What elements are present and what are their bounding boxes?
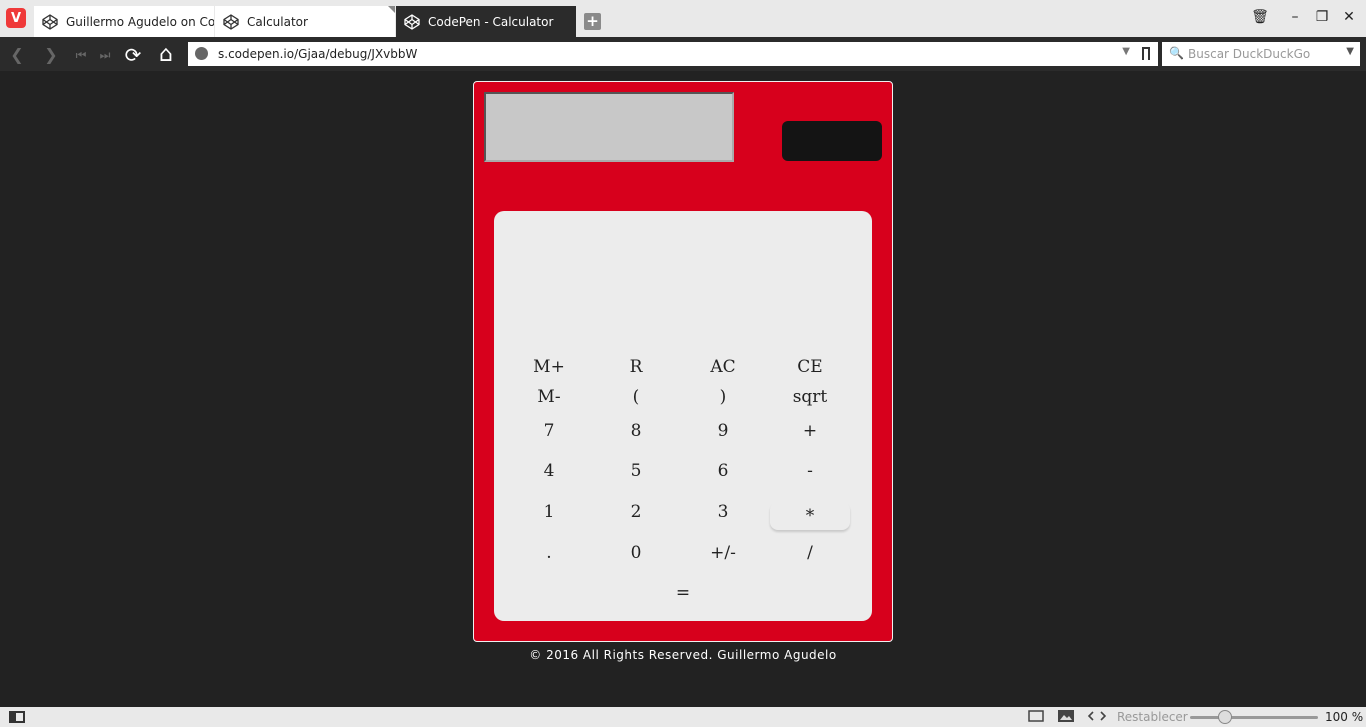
key-multiply[interactable]: * xyxy=(770,502,850,530)
zoom-reset-button[interactable]: Restablecer xyxy=(1117,709,1188,725)
key-0[interactable]: 0 xyxy=(596,539,676,567)
key-recall[interactable]: R xyxy=(596,353,676,381)
zoom-slider-handle[interactable] xyxy=(1218,710,1232,724)
search-engine-dropdown-icon[interactable]: ▼ xyxy=(1346,46,1354,57)
forward-button[interactable]: ❯ xyxy=(40,44,62,66)
url-input[interactable]: s.codepen.io/Gjaa/debug/JXvbbW ▼ xyxy=(188,42,1158,66)
key-decimal[interactable]: . xyxy=(509,539,589,567)
tab-title: Calculator xyxy=(247,14,308,29)
key-3[interactable]: 3 xyxy=(683,498,763,526)
zoom-level: 100 % xyxy=(1325,710,1364,724)
globe-icon xyxy=(195,47,208,60)
key-clear-entry[interactable]: CE xyxy=(770,353,850,381)
image-toggle-icon[interactable] xyxy=(1057,709,1075,725)
key-equals[interactable]: = xyxy=(643,579,723,607)
search-input[interactable]: 🔍 Buscar DuckDuckGo ▼ xyxy=(1162,42,1360,66)
restore-button[interactable]: ❐ xyxy=(1310,7,1334,27)
tab-title: Guillermo Agudelo on Co xyxy=(66,14,214,29)
status-bar: Restablecer 100 % xyxy=(0,707,1366,727)
calculator: M+ R AC CE M- ( ) sqrt 7 8 9 + 4 5 6 - 1… xyxy=(473,81,893,642)
key-all-clear[interactable]: AC xyxy=(683,353,763,381)
vivaldi-menu-button[interactable]: V xyxy=(6,8,26,28)
tab-codepen-calculator[interactable]: CodePen - Calculator xyxy=(396,6,576,37)
rewind-button[interactable]: ⏮ xyxy=(70,44,92,66)
address-bar: ❮ ❯ ⏮ ⏭ ⟳ ⌂ s.codepen.io/Gjaa/debug/JXvb… xyxy=(0,37,1366,71)
key-plus[interactable]: + xyxy=(770,417,850,445)
page-actions-icon[interactable] xyxy=(1087,709,1107,725)
codepen-icon xyxy=(223,13,239,30)
solar-panel xyxy=(782,121,882,161)
back-button[interactable]: ❮ xyxy=(6,44,28,66)
tab-guillermo-agudelo[interactable]: Guillermo Agudelo on Co xyxy=(34,6,214,37)
key-6[interactable]: 6 xyxy=(683,457,763,485)
codepen-icon xyxy=(404,13,420,30)
key-5[interactable]: 5 xyxy=(596,457,676,485)
home-button[interactable]: ⌂ xyxy=(155,44,177,66)
calculator-display xyxy=(484,92,734,162)
key-m-minus[interactable]: M- xyxy=(509,383,589,411)
key-sqrt[interactable]: sqrt xyxy=(770,383,850,411)
vivaldi-logo-icon: V xyxy=(10,10,22,26)
key-close-paren[interactable]: ) xyxy=(683,383,763,411)
tile-window-icon[interactable] xyxy=(1028,709,1044,725)
copyright-footer: © 2016 All Rights Reserved. Guillermo Ag… xyxy=(529,648,837,662)
fast-forward-button[interactable]: ⏭ xyxy=(94,44,116,66)
key-1[interactable]: 1 xyxy=(509,498,589,526)
reload-button[interactable]: ⟳ xyxy=(122,44,144,66)
close-button[interactable]: ✕ xyxy=(1337,7,1361,27)
search-placeholder: Buscar DuckDuckGo xyxy=(1188,47,1311,61)
key-m-plus[interactable]: M+ xyxy=(509,353,589,381)
tab-calculator[interactable]: Calculator xyxy=(215,6,395,37)
url-history-dropdown-icon[interactable]: ▼ xyxy=(1122,46,1130,57)
key-4[interactable]: 4 xyxy=(509,457,589,485)
tab-bar: V Guillermo Agudelo on Co Calculator Cod… xyxy=(0,0,1366,37)
tab-title: CodePen - Calculator xyxy=(428,14,554,29)
key-9[interactable]: 9 xyxy=(683,417,763,445)
new-tab-button[interactable]: + xyxy=(584,13,601,30)
panel-toggle-icon[interactable] xyxy=(9,711,25,723)
zoom-slider[interactable] xyxy=(1190,716,1318,719)
minimize-button[interactable]: – xyxy=(1283,7,1307,27)
key-7[interactable]: 7 xyxy=(509,417,589,445)
key-2[interactable]: 2 xyxy=(596,498,676,526)
trash-icon[interactable]: 🗑 xyxy=(1248,7,1272,27)
key-8[interactable]: 8 xyxy=(596,417,676,445)
key-negate[interactable]: +/- xyxy=(683,539,763,567)
search-icon: 🔍 xyxy=(1169,46,1184,60)
key-open-paren[interactable]: ( xyxy=(596,383,676,411)
url-text: s.codepen.io/Gjaa/debug/JXvbbW xyxy=(218,47,418,61)
codepen-icon xyxy=(42,13,58,30)
key-divide[interactable]: / xyxy=(770,539,850,567)
bookmark-icon[interactable] xyxy=(1142,47,1150,60)
key-minus[interactable]: - xyxy=(770,457,850,485)
tab-stack-corner xyxy=(388,6,395,13)
keypad: M+ R AC CE M- ( ) sqrt 7 8 9 + 4 5 6 - 1… xyxy=(494,211,872,621)
